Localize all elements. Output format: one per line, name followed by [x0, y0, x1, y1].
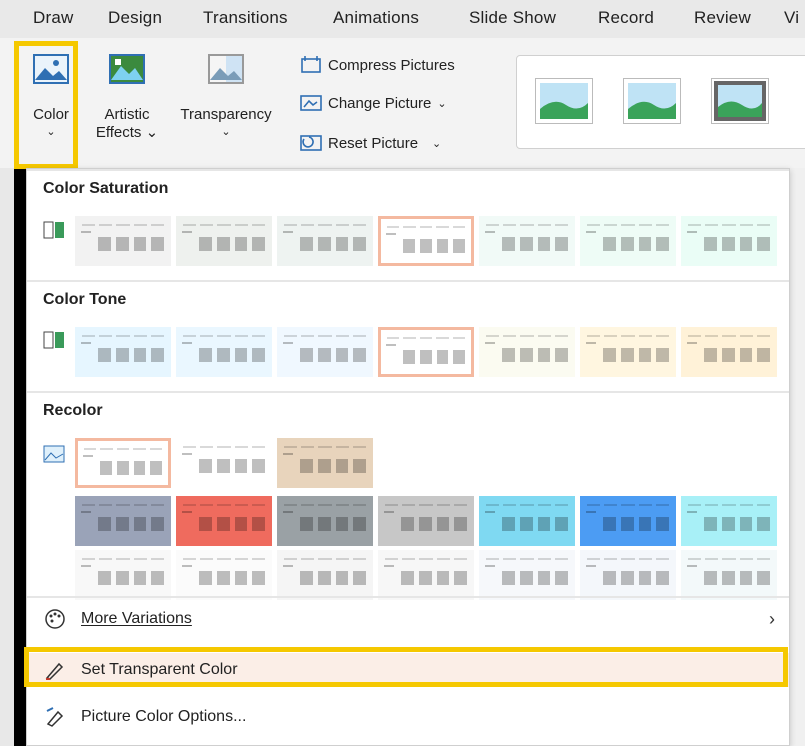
color-swatch[interactable]	[176, 216, 272, 266]
recolor-heading: Recolor	[43, 402, 103, 419]
recolor-row-icon	[43, 445, 65, 463]
tab-design[interactable]: Design	[108, 8, 162, 28]
color-swatch[interactable]	[479, 496, 575, 546]
color-swatch[interactable]	[681, 496, 777, 546]
tab-review[interactable]: Review	[694, 8, 751, 28]
chevron-down-icon: ⌄	[437, 97, 447, 110]
slide-canvas-edge	[790, 168, 805, 746]
picture-style-1[interactable]	[535, 78, 593, 124]
color-swatch[interactable]	[681, 327, 777, 377]
color-swatch[interactable]	[75, 216, 171, 266]
palette-icon	[43, 607, 67, 631]
picture-color-options-label: Picture Color Options...	[81, 708, 247, 725]
chevron-down-icon: ⌄	[221, 126, 231, 138]
change-picture-icon	[300, 95, 322, 111]
more-variations-label: More Variations	[81, 610, 192, 627]
picture-style-2[interactable]	[623, 78, 681, 124]
compress-pictures-button[interactable]: Compress Pictures	[300, 56, 455, 74]
section-band	[27, 169, 789, 171]
reset-picture-label: Reset Picture	[328, 134, 419, 152]
color-tone-heading: Color Tone	[43, 291, 127, 308]
tab-transitions[interactable]: Transitions	[203, 8, 288, 28]
color-swatch[interactable]	[580, 550, 676, 600]
slide-thumbnail-pane	[0, 168, 14, 746]
tab-record[interactable]: Record	[598, 8, 654, 28]
color-swatch[interactable]	[176, 550, 272, 600]
landscape-thumb-icon	[540, 83, 588, 119]
format-picture-icon	[43, 705, 67, 729]
chevron-right-icon: ›	[769, 608, 775, 629]
color-swatch[interactable]	[378, 327, 474, 377]
artistic-label-2: Effects ⌄	[95, 124, 159, 141]
color-swatch[interactable]	[75, 327, 171, 377]
highlight-set-transparent	[24, 647, 788, 687]
tone-row-icon	[43, 331, 64, 349]
chevron-down-icon: ⌄	[432, 137, 442, 150]
section-band	[27, 596, 789, 598]
artistic-effects-button[interactable]: Artistic Effects ⌄	[92, 54, 162, 141]
change-picture-label: Change Picture	[328, 94, 432, 112]
color-swatch[interactable]	[277, 496, 373, 546]
color-swatch[interactable]	[75, 438, 171, 488]
section-band	[27, 391, 789, 393]
transparency-label: Transparency	[180, 106, 272, 123]
highlight-color-button	[14, 41, 78, 169]
transparency-button[interactable]: Transparency ⌄	[172, 54, 280, 138]
color-swatch[interactable]	[580, 496, 676, 546]
artistic-label-1: Artistic	[104, 106, 150, 123]
color-swatch[interactable]	[176, 438, 272, 488]
picture-style-3[interactable]	[711, 78, 769, 124]
color-swatch[interactable]	[681, 216, 777, 266]
artistic-effects-icon	[109, 54, 145, 84]
color-swatch[interactable]	[277, 550, 373, 600]
change-picture-button[interactable]: Change Picture ⌄	[300, 94, 447, 112]
tab-view[interactable]: Vi	[784, 8, 799, 28]
color-swatch[interactable]	[277, 438, 373, 488]
color-swatch[interactable]	[176, 496, 272, 546]
color-saturation-heading: Color Saturation	[43, 180, 169, 197]
compress-label: Compress Pictures	[328, 56, 455, 74]
color-swatch[interactable]	[580, 327, 676, 377]
color-swatch[interactable]	[378, 216, 474, 266]
saturation-row-icon	[43, 221, 64, 239]
tab-animations[interactable]: Animations	[333, 8, 419, 28]
tab-draw[interactable]: Draw	[33, 8, 73, 28]
color-swatch[interactable]	[277, 216, 373, 266]
color-swatch[interactable]	[580, 216, 676, 266]
color-swatch[interactable]	[681, 550, 777, 600]
landscape-thumb-icon	[714, 81, 766, 121]
transparency-icon	[208, 54, 244, 84]
section-band	[27, 280, 789, 282]
ribbon-tab-bar: Draw Design Transitions Animations Slide…	[0, 0, 805, 38]
picture-color-options-item[interactable]: Picture Color Options...	[27, 700, 789, 734]
color-swatch[interactable]	[75, 550, 171, 600]
landscape-thumb-icon	[628, 83, 676, 119]
color-swatch[interactable]	[75, 496, 171, 546]
tab-slide-show[interactable]: Slide Show	[469, 8, 556, 28]
color-swatch[interactable]	[277, 327, 373, 377]
reset-picture-button[interactable]: Reset Picture ⌄	[300, 134, 441, 152]
picture-styles-gallery	[516, 55, 805, 149]
color-swatch[interactable]	[176, 327, 272, 377]
color-swatch[interactable]	[479, 216, 575, 266]
color-swatch[interactable]	[479, 327, 575, 377]
more-variations-item[interactable]: More Variations ›	[27, 602, 789, 636]
color-swatch[interactable]	[479, 550, 575, 600]
reset-picture-icon	[300, 135, 322, 151]
color-swatch[interactable]	[378, 496, 474, 546]
compress-icon	[301, 56, 321, 73]
color-swatch[interactable]	[378, 550, 474, 600]
